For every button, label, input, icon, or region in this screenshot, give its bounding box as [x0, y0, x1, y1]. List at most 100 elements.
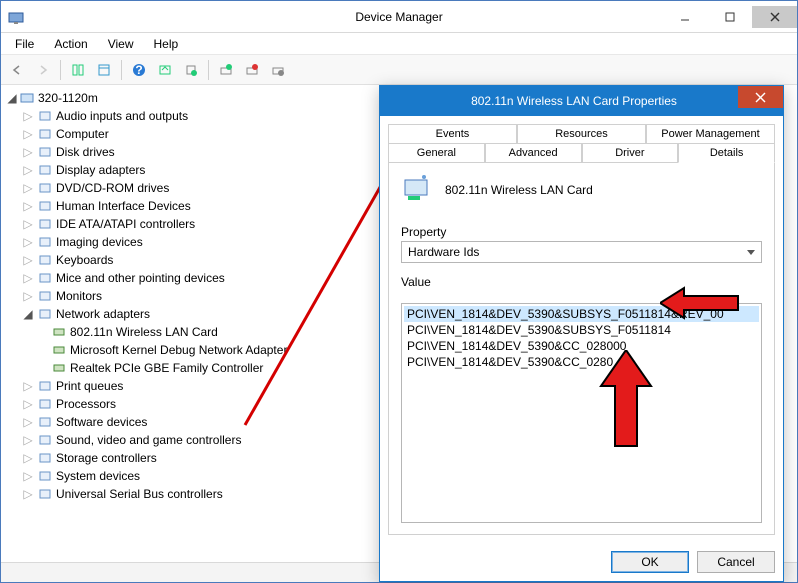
tree-node-label: Keyboards — [56, 253, 113, 267]
cancel-button[interactable]: Cancel — [697, 551, 775, 573]
tree-node-label: System devices — [56, 469, 140, 483]
device-manager-window: Device Manager File Action View Help ? — [0, 0, 798, 583]
dialog-button-row: OK Cancel — [380, 543, 783, 581]
expander-icon[interactable]: ▷ — [21, 469, 35, 483]
disable-button[interactable] — [240, 58, 264, 82]
properties-button[interactable] — [92, 58, 116, 82]
computer-icon — [19, 90, 35, 106]
tab-resources[interactable]: Resources — [517, 124, 646, 143]
tab-events[interactable]: Events — [388, 124, 517, 143]
menubar: File Action View Help — [1, 33, 797, 55]
svg-text:?: ? — [135, 63, 142, 77]
tree-node-label: Software devices — [56, 415, 147, 429]
value-row[interactable]: PCI\VEN_1814&DEV_5390&CC_0280 — [404, 354, 759, 370]
expander-icon[interactable]: ▷ — [21, 379, 35, 393]
device-icon — [51, 324, 67, 340]
uninstall-button[interactable] — [214, 58, 238, 82]
tree-node-label: Audio inputs and outputs — [56, 109, 188, 123]
expander-icon[interactable]: ◢ — [5, 91, 19, 105]
expander-icon[interactable]: ▷ — [21, 487, 35, 501]
expander-icon[interactable]: ▷ — [21, 415, 35, 429]
close-button[interactable] — [752, 6, 797, 28]
value-row[interactable]: PCI\VEN_1814&DEV_5390&SUBSYS_F0511814&RE… — [404, 306, 759, 322]
enable-button[interactable] — [266, 58, 290, 82]
tree-node-label: Print queues — [56, 379, 123, 393]
category-icon — [37, 288, 53, 304]
tree-node-label: DVD/CD-ROM drives — [56, 181, 169, 195]
category-icon — [37, 162, 53, 178]
expander-icon[interactable]: ▷ — [21, 235, 35, 249]
tree-node-label: Imaging devices — [56, 235, 143, 249]
ok-button[interactable]: OK — [611, 551, 689, 573]
category-icon — [37, 432, 53, 448]
back-button[interactable] — [5, 58, 29, 82]
titlebar: Device Manager — [1, 1, 797, 33]
tree-node-label: Computer — [56, 127, 109, 141]
value-row[interactable]: PCI\VEN_1814&DEV_5390&SUBSYS_F0511814 — [404, 322, 759, 338]
category-icon — [37, 216, 53, 232]
tab-driver[interactable]: Driver — [582, 143, 679, 162]
category-icon — [37, 270, 53, 286]
category-icon — [37, 252, 53, 268]
tree-node-label: Display adapters — [56, 163, 145, 177]
expander-icon[interactable]: ▷ — [21, 433, 35, 447]
category-icon — [37, 468, 53, 484]
menu-help[interactable]: Help — [146, 35, 187, 53]
expander-icon[interactable]: ▷ — [21, 163, 35, 177]
show-hide-tree-button[interactable] — [66, 58, 90, 82]
tree-node-label: Processors — [56, 397, 116, 411]
properties-dialog: 802.11n Wireless LAN Card Properties Eve… — [379, 85, 784, 582]
category-icon — [37, 108, 53, 124]
expander-icon[interactable]: ◢ — [21, 307, 35, 321]
menu-view[interactable]: View — [100, 35, 142, 53]
tree-leaf-label: Microsoft Kernel Debug Network Adapter — [70, 343, 287, 357]
expander-icon[interactable]: ▷ — [21, 253, 35, 267]
expander-icon[interactable]: ▷ — [21, 199, 35, 213]
category-icon — [37, 144, 53, 160]
dialog-body: Events Resources Power Management Genera… — [380, 116, 783, 543]
update-driver-button[interactable] — [179, 58, 203, 82]
app-icon — [7, 8, 25, 26]
expander-icon[interactable]: ▷ — [21, 109, 35, 123]
category-icon — [37, 306, 53, 322]
forward-button[interactable] — [31, 58, 55, 82]
dialog-titlebar[interactable]: 802.11n Wireless LAN Card Properties — [380, 86, 783, 116]
tree-leaf-label: Realtek PCIe GBE Family Controller — [70, 361, 263, 375]
maximize-button[interactable] — [707, 6, 752, 28]
tree-leaf-label: 802.11n Wireless LAN Card — [70, 325, 218, 339]
tree-node-label: Sound, video and game controllers — [56, 433, 241, 447]
tab-details[interactable]: Details — [678, 143, 775, 163]
category-icon — [37, 378, 53, 394]
expander-icon[interactable]: ▷ — [21, 145, 35, 159]
tree-node-label: Mice and other pointing devices — [56, 271, 225, 285]
value-listbox[interactable]: PCI\VEN_1814&DEV_5390&SUBSYS_F0511814&RE… — [401, 303, 762, 523]
tab-general[interactable]: General — [388, 143, 485, 162]
expander-icon[interactable]: ▷ — [21, 181, 35, 195]
category-icon — [37, 234, 53, 250]
expander-icon[interactable]: ▷ — [21, 451, 35, 465]
category-icon — [37, 414, 53, 430]
device-icon — [51, 342, 67, 358]
expander-icon[interactable]: ▷ — [21, 397, 35, 411]
value-label: Value — [401, 275, 762, 289]
help-button[interactable]: ? — [127, 58, 151, 82]
expander-icon[interactable]: ▷ — [21, 271, 35, 285]
root-label: 320-1120m — [38, 91, 98, 105]
menu-action[interactable]: Action — [46, 35, 95, 53]
tab-row-1: Events Resources Power Management — [388, 124, 775, 143]
category-icon — [37, 126, 53, 142]
device-icon — [51, 360, 67, 376]
tab-advanced[interactable]: Advanced — [485, 143, 582, 162]
dialog-close-button[interactable] — [738, 86, 783, 108]
expander-icon[interactable]: ▷ — [21, 289, 35, 303]
minimize-button[interactable] — [662, 6, 707, 28]
toolbar: ? — [1, 55, 797, 85]
value-row[interactable]: PCI\VEN_1814&DEV_5390&CC_028000 — [404, 338, 759, 354]
expander-icon[interactable]: ▷ — [21, 217, 35, 231]
tab-power-management[interactable]: Power Management — [646, 124, 775, 143]
property-combo[interactable]: Hardware Ids — [401, 241, 762, 263]
menu-file[interactable]: File — [7, 35, 42, 53]
scan-hardware-button[interactable] — [153, 58, 177, 82]
dialog-title: 802.11n Wireless LAN Card Properties — [380, 94, 738, 108]
expander-icon[interactable]: ▷ — [21, 127, 35, 141]
